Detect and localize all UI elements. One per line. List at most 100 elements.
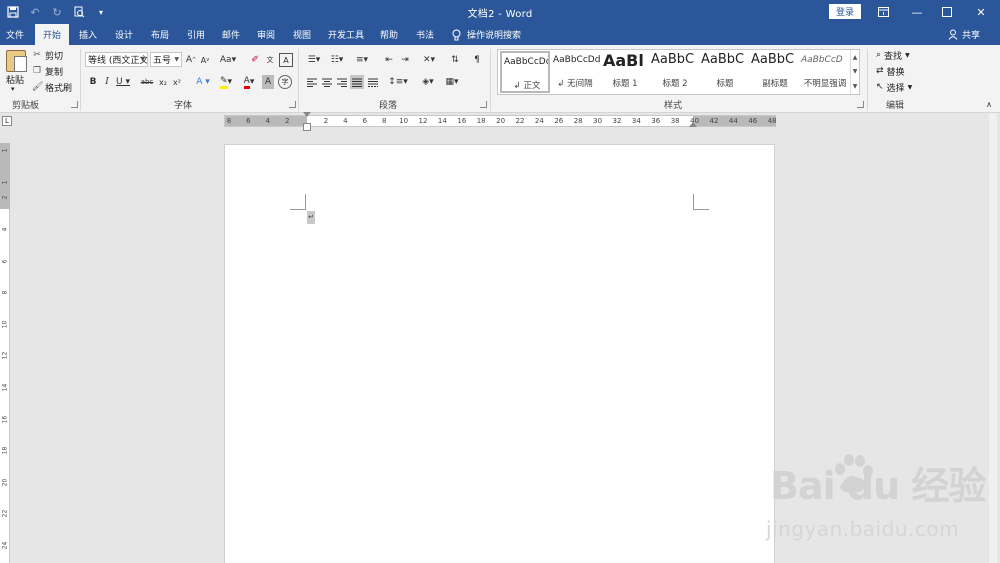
bullets-icon[interactable]: ☰▾ (305, 53, 323, 67)
right-indent-marker[interactable] (689, 122, 697, 127)
ruler-number: 30 (593, 117, 603, 125)
tab-view[interactable]: 视图 (287, 24, 317, 45)
distributed-icon[interactable] (366, 75, 380, 89)
tab-calligraphy[interactable]: 书法 (410, 24, 440, 45)
paragraph-launcher-icon[interactable] (480, 101, 487, 108)
clear-formatting-icon[interactable]: ✐ (248, 53, 262, 67)
decrease-indent-icon[interactable]: ⇤ (382, 53, 396, 67)
style-preview: AaBbCcDd (553, 55, 600, 65)
ruler-number: 12 (1, 352, 9, 360)
lightbulb-icon (452, 29, 461, 40)
vertical-ruler[interactable]: 1 1 2 4 6 8 10 12 14 16 18 20 22 24 (0, 143, 10, 563)
chinese-layout-icon[interactable]: ✕▾ (420, 53, 438, 67)
tab-references[interactable]: 引用 (181, 24, 211, 45)
find-button[interactable]: ⌕ 查找 ▼ (876, 48, 910, 62)
cut-button[interactable]: ✂ 剪切 (32, 48, 63, 62)
group-divider (867, 49, 868, 111)
collapse-ribbon-icon[interactable]: ∧ (982, 97, 996, 111)
clipboard-launcher-icon[interactable] (71, 101, 78, 108)
font-name-value: 等线 (西文正文) (88, 56, 148, 66)
increase-indent-icon[interactable]: ⇥ (398, 53, 412, 67)
scissors-icon: ✂ (33, 50, 41, 60)
tab-developer[interactable]: 开发工具 (323, 24, 369, 45)
font-launcher-icon[interactable] (289, 101, 296, 108)
ruler-number: 1 (1, 180, 9, 185)
minimize-icon[interactable]: — (900, 0, 934, 24)
replace-button[interactable]: ⇄ 替换 (876, 64, 905, 78)
grow-font-icon[interactable]: A ^ (184, 53, 198, 67)
character-border-icon[interactable]: A (279, 53, 293, 67)
close-icon[interactable]: ✕ (964, 0, 998, 24)
enclose-characters-icon[interactable]: 字 (278, 75, 292, 89)
numbering-icon[interactable]: ☷▾ (328, 53, 346, 67)
font-size-combo[interactable]: 五号 ▼ (150, 52, 182, 67)
paste-dropdown-icon[interactable]: ▾ (11, 85, 15, 93)
highlight-icon[interactable]: ✎ ▾ (215, 75, 237, 89)
tab-layout[interactable]: 布局 (145, 24, 175, 45)
tab-file[interactable]: 文件 (0, 24, 30, 45)
style-subtle-emphasis[interactable]: AaBbCcD 不明显强调 (800, 51, 850, 93)
tab-mailings[interactable]: 邮件 (216, 24, 246, 45)
copy-button[interactable]: ❐ 复制 (32, 64, 63, 78)
format-painter-label: 格式刷 (45, 83, 73, 94)
tell-me-search[interactable]: 操作说明搜索 (452, 24, 521, 45)
bold-icon[interactable]: B (86, 75, 100, 89)
italic-icon[interactable]: I (100, 75, 114, 89)
tab-design[interactable]: 设计 (109, 24, 139, 45)
subscript-icon[interactable]: x₂ (156, 75, 170, 89)
shading-icon[interactable]: ◈▾ (418, 75, 438, 89)
scrollbar-track[interactable] (989, 113, 997, 563)
borders-icon[interactable]: ▦▾ (442, 75, 462, 89)
styles-launcher-icon[interactable] (857, 101, 864, 108)
paste-icon[interactable] (6, 50, 27, 72)
paste-button-label[interactable]: 粘贴 (6, 73, 24, 86)
chevron-down-icon[interactable]: ▼ (853, 68, 858, 75)
style-heading-2[interactable]: AaBbC 标题 2 (650, 51, 700, 93)
character-shading-icon[interactable]: A (262, 75, 274, 89)
styles-group-label: 样式 (664, 101, 683, 111)
justify-icon[interactable] (350, 75, 364, 89)
style-subtitle[interactable]: AaBbC 副标题 (750, 51, 800, 93)
vertical-scrollbar[interactable] (986, 113, 1000, 563)
tab-review[interactable]: 审阅 (251, 24, 281, 45)
style-title[interactable]: AaBbC 标题 (700, 51, 750, 93)
ribbon-display-options-icon[interactable] (866, 0, 900, 24)
ruler-number: 4 (1, 227, 9, 232)
style-heading-1[interactable]: AaBl 标题 1 (600, 51, 650, 93)
more-styles-icon[interactable]: ▼ (853, 83, 858, 90)
line-spacing-icon[interactable]: ↕≡▾ (388, 75, 408, 89)
styles-scroll[interactable]: ▲ ▼ ▼ (850, 50, 859, 94)
tab-help[interactable]: 帮助 (374, 24, 404, 45)
superscript-icon[interactable]: x² (170, 75, 184, 89)
chevron-up-icon[interactable]: ▲ (853, 54, 858, 61)
multilevel-list-icon[interactable]: ≡▾ (352, 53, 372, 67)
font-name-combo[interactable]: 等线 (西文正文) ▼ (85, 52, 148, 67)
tab-selector-icon[interactable]: L (2, 116, 12, 126)
ruler-number: 32 (612, 117, 622, 125)
align-left-icon[interactable] (305, 75, 319, 89)
show-marks-icon[interactable]: ¶ (470, 53, 484, 67)
text-effects-icon[interactable]: A ▾ (193, 75, 213, 89)
align-center-icon[interactable] (320, 75, 334, 89)
tab-insert[interactable]: 插入 (73, 24, 103, 45)
font-color-icon[interactable]: A ▾ (238, 75, 260, 89)
align-right-icon[interactable] (335, 75, 349, 89)
phonetic-guide-icon[interactable]: 文 (263, 53, 277, 67)
style-no-spacing[interactable]: AaBbCcDd ↲ 无间隔 (550, 51, 600, 93)
select-button[interactable]: ↖ 选择 ▼ (876, 80, 912, 94)
left-indent-marker[interactable] (303, 123, 311, 131)
underline-icon[interactable]: U ▾ (114, 75, 132, 89)
login-button[interactable]: 登录 (829, 4, 861, 19)
tab-home[interactable]: 开始 (35, 24, 69, 45)
change-case-icon[interactable]: Aa▾ (218, 53, 238, 67)
share-button[interactable]: 共享 (948, 24, 980, 45)
first-line-indent-marker[interactable] (303, 112, 311, 117)
style-normal[interactable]: AaBbCcDd ↲ 正文 (500, 51, 550, 93)
format-painter-button[interactable]: 🖌 格式刷 (32, 80, 72, 94)
shrink-font-icon[interactable]: Av (198, 53, 212, 67)
maximize-icon[interactable] (930, 0, 964, 24)
tell-me-label: 操作说明搜索 (467, 31, 522, 41)
sort-icon[interactable]: ⇅ (448, 53, 462, 67)
ruler-number: 4 (343, 117, 348, 125)
strikethrough-icon[interactable]: abc (140, 75, 154, 89)
